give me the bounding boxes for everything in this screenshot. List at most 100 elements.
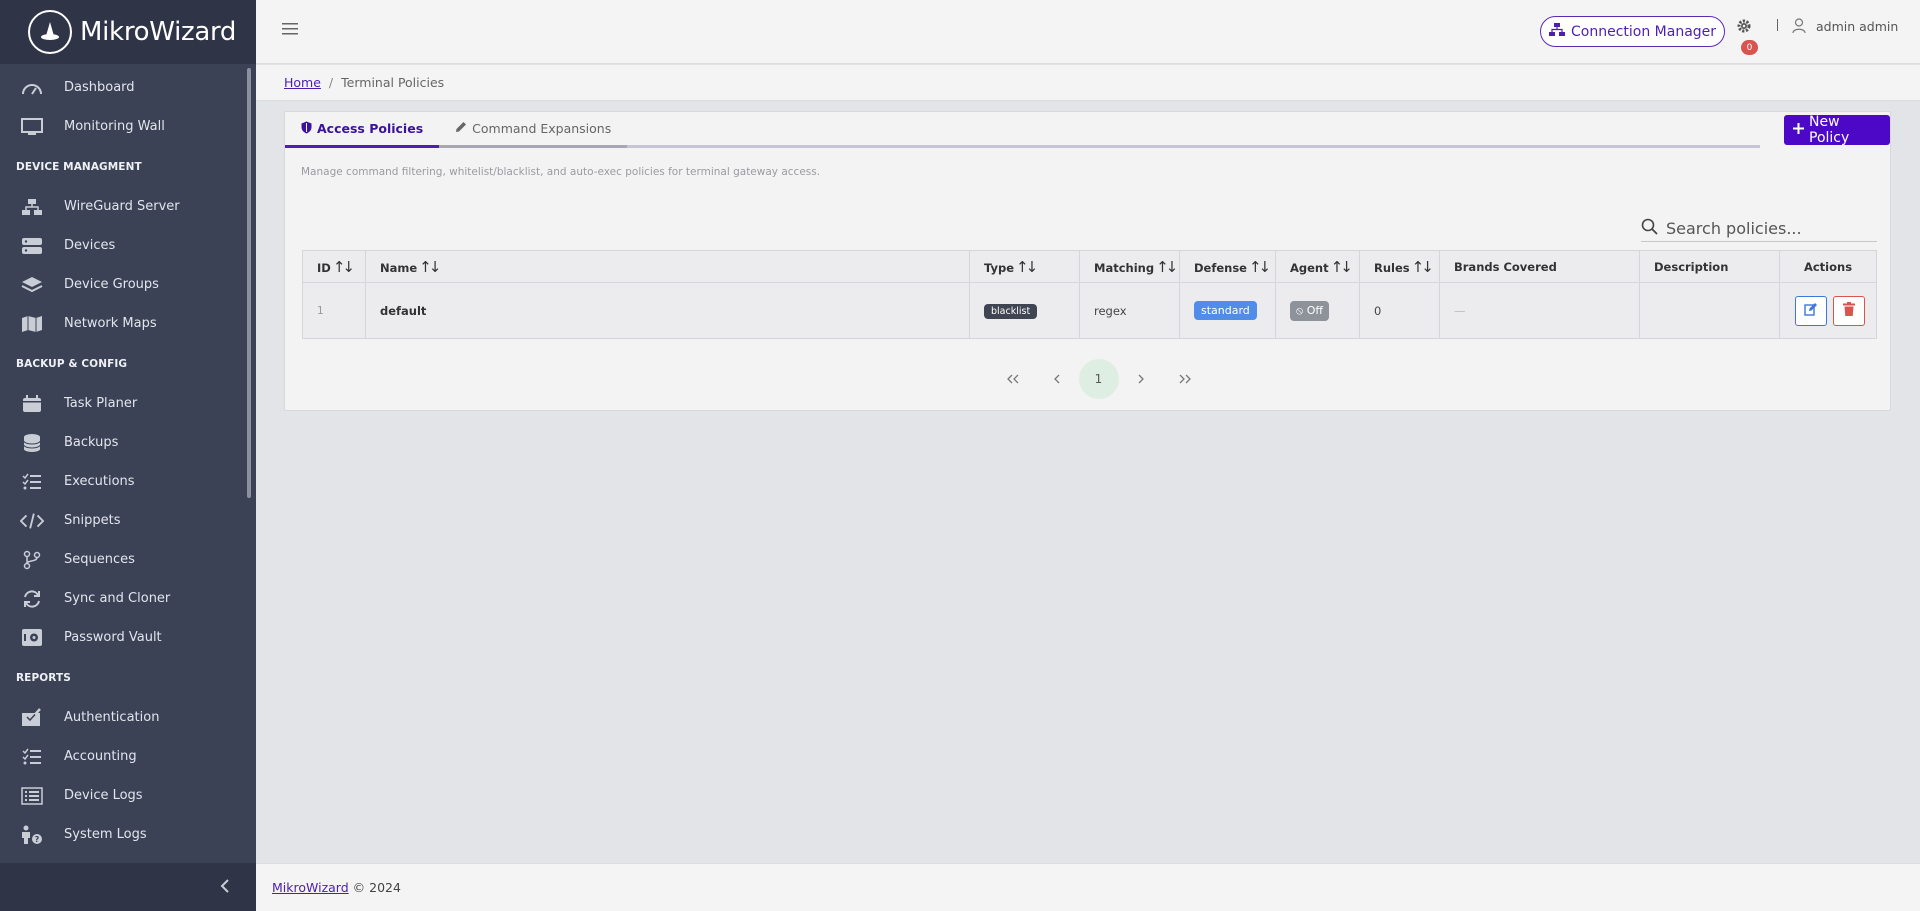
sidebar-item-network-maps[interactable]: Network Maps (0, 304, 256, 343)
table-row[interactable]: 1 default blacklist regex standard ⦸ Off… (302, 282, 1877, 339)
sidebar-item-label: Device Groups (64, 277, 159, 292)
search-box (1641, 216, 1877, 242)
sort-icon[interactable]: ↑↓ (1412, 258, 1434, 276)
cell-rules: 0 (1359, 282, 1440, 339)
agent-label: Off (1306, 303, 1323, 317)
column-header-id[interactable]: ID ↑↓ (302, 250, 366, 283)
collapse-sidebar-icon[interactable] (220, 878, 230, 897)
list-box-icon (20, 786, 44, 806)
plus-icon (1793, 122, 1804, 138)
sidebar-item-password-vault[interactable]: Password Vault (0, 618, 256, 657)
sidebar-item-label: Password Vault (64, 630, 162, 645)
page-description: Manage command filtering, whitelist/blac… (301, 166, 821, 178)
sort-icon[interactable]: ↑↓ (333, 258, 355, 276)
app-name: MikroWizard (80, 17, 237, 47)
sidebar-item-task-planer[interactable]: Task Planer (0, 384, 256, 423)
sidebar-item-sync-and-cloner[interactable]: Sync and Cloner (0, 579, 256, 618)
tab-command-expansions[interactable]: Command Expansions (439, 112, 628, 148)
layers-icon (20, 275, 44, 295)
pencil-icon (455, 121, 467, 136)
column-header-defense[interactable]: Defense ↑↓ (1179, 250, 1276, 283)
new-policy-button[interactable]: New Policy (1784, 114, 1890, 146)
column-header-name[interactable]: Name ↑↓ (365, 250, 970, 283)
speedometer-icon (20, 78, 44, 98)
sidebar-item-label: Backups (64, 435, 119, 450)
safe-icon (20, 628, 44, 648)
column-label: Description (1654, 259, 1729, 274)
edit-icon (1804, 302, 1818, 319)
connection-manager-button[interactable]: Connection Manager (1540, 16, 1726, 47)
footer-link[interactable]: MikroWizard (272, 880, 349, 895)
sidebar-item-devices[interactable]: Devices (0, 226, 256, 265)
prev-page-button[interactable] (1035, 359, 1079, 399)
tab-label: Access Policies (317, 121, 424, 136)
user-name[interactable]: admin admin (1816, 19, 1898, 34)
sidebar-item-executions[interactable]: Executions (0, 462, 256, 501)
column-header-agent[interactable]: Agent ↑↓ (1275, 250, 1360, 283)
column-header-rules[interactable]: Rules ↑↓ (1359, 250, 1440, 283)
connection-manager-label: Connection Manager (1571, 23, 1717, 40)
network-icon (20, 197, 44, 217)
inbox-check-icon (20, 707, 44, 728)
hamburger-menu-icon[interactable] (282, 21, 300, 37)
sidebar-item-monitoring-wall[interactable]: Monitoring Wall (0, 107, 256, 146)
sidebar-item-sequences[interactable]: Sequences (0, 540, 256, 579)
sidebar-item-dashboard[interactable]: Dashboard (0, 68, 256, 107)
page-number-button[interactable]: 1 (1078, 359, 1119, 399)
sort-icon[interactable]: ↑↓ (1016, 258, 1038, 276)
delete-button[interactable] (1832, 295, 1865, 326)
first-page-button[interactable] (991, 359, 1035, 399)
wizard-hat-icon (28, 10, 72, 54)
gear-icon[interactable] (1736, 18, 1752, 34)
map-icon (20, 314, 44, 334)
sidebar-item-snippets[interactable]: Snippets (0, 501, 256, 540)
cell-type: blacklist (969, 282, 1080, 339)
page-footer: MikroWizard © 2024 (256, 863, 1920, 911)
sort-icon[interactable]: ↑↓ (1249, 258, 1271, 276)
cell-matching: regex (1079, 282, 1180, 339)
sidebar-item-device-groups[interactable]: Device Groups (0, 265, 256, 304)
sidebar-section-title: DEVICE MANAGMENT (16, 160, 142, 173)
column-label: Type (984, 260, 1015, 275)
tab-access-policies[interactable]: Access Policies (285, 112, 440, 148)
sidebar-item-accounting[interactable]: Accounting (0, 737, 256, 776)
database-icon (20, 433, 44, 453)
column-header-matching[interactable]: Matching ↑↓ (1079, 250, 1180, 283)
breadcrumb-home-link[interactable]: Home (284, 75, 321, 90)
checklist-icon (20, 747, 44, 767)
sidebar-item-system-logs[interactable]: ? System Logs (0, 815, 256, 854)
sidebar-section-title: BACKUP & CONFIG (16, 357, 128, 370)
sidebar-item-wireguard-server[interactable]: WireGuard Server (0, 187, 256, 226)
cell-description (1639, 282, 1780, 339)
copyright-text: © 2024 (352, 880, 401, 895)
user-icon[interactable] (1792, 18, 1806, 38)
sidebar-item-label: System Logs (64, 827, 147, 842)
sidebar-item-label: Task Planer (64, 396, 138, 411)
sidebar-item-label: Accounting (64, 749, 137, 764)
next-page-button[interactable] (1119, 359, 1163, 399)
cell-brands: — (1439, 282, 1640, 339)
edit-button[interactable] (1795, 295, 1827, 326)
sidebar-item-authentication[interactable]: Authentication (0, 698, 256, 737)
trash-icon (1842, 302, 1855, 319)
sidebar-scrollbar[interactable] (247, 68, 251, 498)
brand[interactable]: MikroWizard (0, 0, 256, 64)
sidebar-item-device-logs[interactable]: Device Logs (0, 776, 256, 815)
sort-icon[interactable]: ↑↓ (1156, 258, 1178, 276)
search-input[interactable] (1666, 219, 1876, 238)
defense-badge: standard (1194, 301, 1257, 320)
sort-icon[interactable]: ↑↓ (419, 258, 441, 276)
sort-icon[interactable]: ↑↓ (1331, 258, 1353, 276)
column-header-description: Description (1639, 250, 1780, 283)
last-page-button[interactable] (1163, 359, 1207, 399)
sidebar-item-backups[interactable]: Backups (0, 423, 256, 462)
sidebar-item-label: WireGuard Server (64, 199, 180, 214)
notification-badge[interactable]: 0 (1741, 40, 1758, 55)
column-header-brands-covered: Brands Covered (1439, 250, 1640, 283)
column-header-type[interactable]: Type ↑↓ (969, 250, 1080, 283)
sidebar-item-label: Authentication (64, 710, 160, 725)
sidebar-item-label: Monitoring Wall (64, 119, 165, 134)
code-icon (20, 511, 44, 531)
sidebar-item-label: Sequences (64, 552, 135, 567)
sidebar-item-label: Snippets (64, 513, 121, 528)
